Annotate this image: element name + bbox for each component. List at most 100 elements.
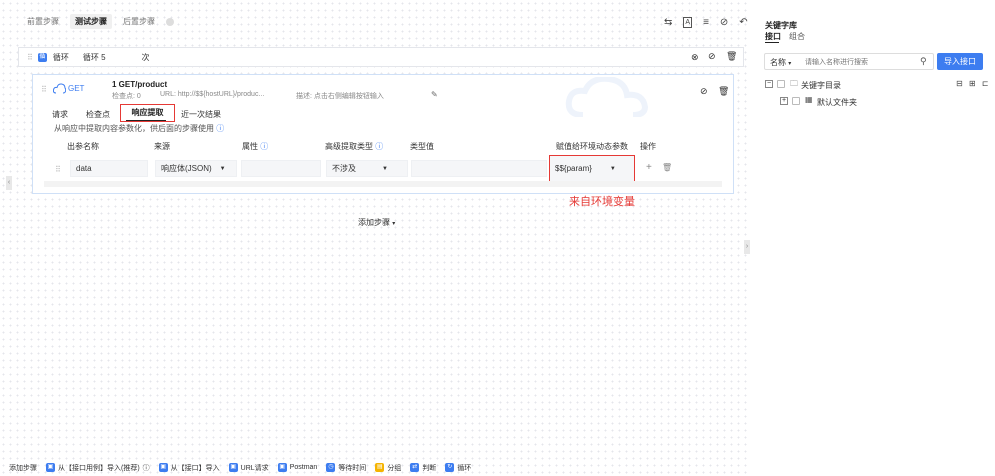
step-phase-tabs: 前置步骤 测试步骤 后置步骤 [22,14,174,29]
import-from-case-button[interactable]: ▣ 从【接口用例】导入(推荐) ⓘ [46,463,150,473]
tab-pre-steps[interactable]: 前置步骤 [22,14,64,29]
condition-button[interactable]: ⇄ 判断 [410,463,436,473]
list-icon[interactable]: ≡ [703,17,709,28]
attribute-input[interactable] [241,160,321,177]
url-request-label: URL请求 [240,464,269,472]
filter-dropdown[interactable]: 名称 ▾ [770,57,791,68]
checkpoint-count: 检查点: 0 [112,93,141,100]
postman-label: Postman [289,464,318,471]
tab-post-steps[interactable]: 后置步骤 [118,14,160,29]
postman-icon: ▣ [277,463,287,472]
loop-icon: ↻ [445,463,455,472]
request-cloud-icon [53,83,66,94]
wait-time-button[interactable]: ◷ 等待时间 [326,463,366,473]
extract-type-select[interactable]: 不涉及 ▼ [326,160,408,177]
row-drag-handle-icon[interactable]: ⠿ [55,165,61,174]
postman-button[interactable]: ▣ Postman [277,463,318,472]
request-disable-icon[interactable]: ⊘ [700,86,708,97]
request-delete-icon[interactable]: 🗑 [718,86,729,97]
step-canvas [0,0,750,476]
swap-icon[interactable]: ⇆ [664,17,672,28]
loop-count[interactable]: 循环 5 [83,52,106,63]
loop-delete-icon[interactable]: 🗑 [726,51,737,62]
output-name-value: data [76,164,92,173]
drag-handle-icon[interactable]: ⠿ [27,53,33,62]
loop-step[interactable]: ⠿ 循 循环 循环 5 次 ⊗ ⊘ 🗑 [18,47,744,67]
cloud-watermark-icon [565,77,649,117]
tree-actions-icons[interactable]: ⊟ ⊞ ⊏ [956,79,991,88]
chevron-down-icon: ▾ [788,61,792,67]
tab-api[interactable]: 接口 [765,31,781,42]
col-attribute: 属性 ⓘ [242,141,268,152]
loop-icon: 循 [37,52,47,62]
tree-expand-icon[interactable]: + [780,97,788,105]
hint-help-icon[interactable]: ⓘ [216,124,224,133]
filter-label: 名称 [770,58,786,67]
edit-icon[interactable]: ✎ [431,90,438,99]
help-icon: ⓘ [142,464,150,472]
panel-title: 关键字库 [765,21,797,30]
subtab-last-result[interactable]: 近一次结果 [181,109,221,120]
search-icon[interactable]: ⚲ [920,56,927,67]
tree-child-label: 默认文件夹 [817,98,857,107]
undo-icon[interactable]: ↶ [739,17,747,28]
import-api-icon: ▣ [158,463,168,472]
subtab-checkpoint[interactable]: 检查点 [86,109,110,120]
loop-stop-icon[interactable]: ⊘ [708,51,716,62]
request-drag-handle-icon[interactable]: ⠿ [41,85,47,94]
chevron-down-icon: ▾ [392,221,396,227]
loop-button[interactable]: ↻ 循环 [445,463,471,473]
col-extract-type-label: 高级提取类型 [325,142,373,151]
source-select[interactable]: 响应体(JSON) ▼ [155,160,237,177]
output-name-input[interactable]: data [70,160,148,177]
url-icon: ▣ [228,463,238,472]
import-api-button[interactable]: 导入接口 [937,53,983,70]
add-step-dropdown[interactable]: 添加步骤 ▾ [358,217,395,228]
source-value: 响应体(JSON) [161,164,212,173]
chevron-down-icon: ▼ [609,165,616,172]
tab-test-steps[interactable]: 测试步骤 [70,14,112,29]
request-url: URL: http://$${hostURL}/produc... [160,91,265,98]
tree-root-label: 关键字目录 [801,81,841,90]
tree-child-checkbox[interactable] [792,97,800,105]
branch-icon: ⇄ [410,463,420,472]
horizontal-scrollbar[interactable] [44,181,722,187]
folder-icon: ▤ [375,463,385,472]
col-source: 来源 [154,142,170,151]
attribute-help-icon[interactable]: ⓘ [260,142,268,151]
loop-disable-icon[interactable]: ⊗ [691,52,699,63]
request-description: 描述: 点击右侧编辑按钮输入 [296,93,384,100]
right-collapse-handle[interactable]: › [744,240,750,254]
canvas-toolbar: ⇆ A ≡ ⊘ ↶ [664,17,748,28]
env-param-select[interactable]: $${param} ▼ [549,155,635,182]
tree-root-checkbox[interactable] [777,80,785,88]
subtab-request[interactable]: 请求 [52,109,68,120]
add-step-label: 添加步骤 [358,218,390,227]
disable-icon[interactable]: ⊘ [720,17,728,28]
keyword-library-panel: 关键字库 接口 组合 名称 ▾ ⚲ 导入接口 − 🗀 关键字目录 ⊟ ⊞ ⊏ +… [760,0,995,476]
wait-time-label: 等待时间 [338,464,367,472]
type-value-input[interactable] [411,160,547,177]
folder-icon: 🗀 [790,79,798,88]
import-from-case-label: 从【接口用例】导入(推荐) [58,464,140,472]
url-request-button[interactable]: ▣ URL请求 [228,463,269,473]
group-label: 分组 [387,464,402,472]
subtab-underline [126,120,166,121]
search-input[interactable] [805,56,915,68]
import-from-api-button[interactable]: ▣ 从【接口】导入 [158,463,220,473]
chevron-down-icon: ▼ [219,165,226,172]
left-collapse-handle[interactable]: ‹ [6,176,12,190]
extract-type-help-icon[interactable]: ⓘ [375,142,383,151]
loop-label: 循环 [52,52,69,62]
tree-collapse-icon[interactable]: − [765,80,773,88]
col-output-name: 出参名称 [67,142,99,151]
loop-unit: 次 [141,52,150,62]
import-case-icon: ▣ [46,463,55,472]
help-icon[interactable] [166,17,174,26]
extract-type-value: 不涉及 [332,164,356,173]
tab-combination[interactable]: 组合 [789,31,805,42]
delete-row-icon[interactable]: 🗑 [662,163,672,172]
add-row-icon[interactable]: + [646,162,652,173]
group-button[interactable]: ▤ 分组 [375,463,401,473]
text-icon[interactable]: A [683,17,693,28]
